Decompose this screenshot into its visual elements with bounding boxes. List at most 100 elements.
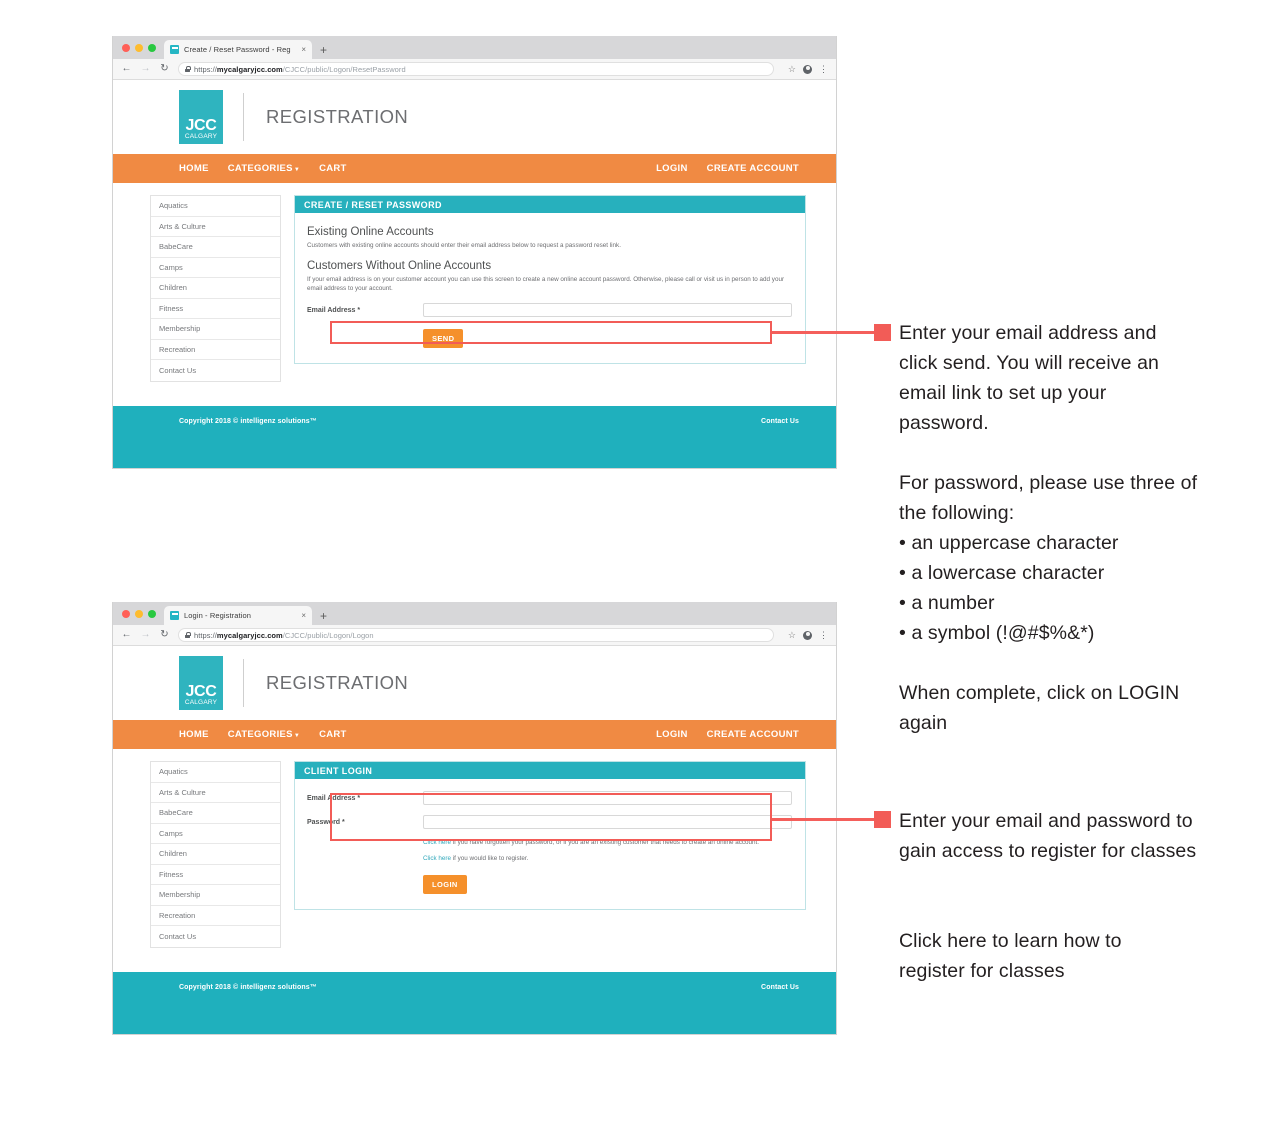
- sidebar-item-babecare[interactable]: BabeCare: [151, 803, 280, 824]
- close-tab-icon[interactable]: ×: [301, 45, 306, 54]
- sidebar-item-membership[interactable]: Membership: [151, 319, 280, 340]
- reset-password-panel: CREATE / RESET PASSWORD Existing Online …: [294, 195, 806, 364]
- bookmark-star-icon[interactable]: ☆: [788, 630, 796, 640]
- nav-item-categories[interactable]: CATEGORIES▼: [228, 729, 300, 740]
- menu-kebab-icon[interactable]: ⋮: [819, 630, 828, 640]
- site-content-login: JCC CALGARY REGISTRATION HOME CATEGORIES…: [113, 646, 836, 1034]
- tab-title: Create / Reset Password - Reg: [184, 45, 291, 54]
- email-row: Email Address *: [307, 303, 792, 317]
- favicon-icon: [170, 611, 179, 620]
- sidebar-item-recreation[interactable]: Recreation: [151, 906, 280, 926]
- browser-toolbar: ← → ↻ https://mycalgaryjcc.com/CJCC/publ…: [113, 59, 836, 80]
- nav-item-home[interactable]: HOME: [179, 163, 209, 174]
- site-body: Aquatics Arts & Culture BabeCare Camps C…: [113, 749, 836, 972]
- nav-item-cart[interactable]: CART: [319, 163, 347, 174]
- close-window-icon[interactable]: [122, 609, 130, 618]
- back-icon[interactable]: ←: [121, 64, 132, 74]
- password-row: Password *: [307, 815, 792, 829]
- minimize-window-icon[interactable]: [135, 609, 143, 618]
- nav-home-label: HOME: [179, 163, 209, 174]
- nav-right-group: LOGIN CREATE ACCOUNT: [656, 729, 799, 740]
- sidebar-item-aquatics[interactable]: Aquatics: [151, 196, 280, 217]
- sidebar-item-arts-culture[interactable]: Arts & Culture: [151, 783, 280, 803]
- nav-item-login[interactable]: LOGIN: [656, 163, 688, 174]
- jcc-logo[interactable]: JCC CALGARY: [179, 90, 223, 144]
- sidebar-item-contact-us[interactable]: Contact Us: [151, 926, 280, 947]
- maximize-window-icon[interactable]: [148, 43, 156, 52]
- without-accounts-text: If your email address is on your custome…: [307, 276, 785, 292]
- email-row: Email Address *: [307, 791, 792, 805]
- send-row: SEND: [307, 328, 792, 348]
- email-input[interactable]: [423, 303, 792, 317]
- new-tab-button[interactable]: +: [320, 610, 327, 622]
- forgot-password-note: Click here if you have forgotten your pa…: [307, 838, 792, 848]
- profile-avatar-icon[interactable]: [803, 630, 812, 640]
- nav-cart-label: CART: [319, 729, 347, 740]
- password-input[interactable]: [423, 815, 792, 829]
- page-title: REGISTRATION: [266, 106, 409, 127]
- sidebar-item-babecare[interactable]: BabeCare: [151, 237, 280, 258]
- nav-item-login[interactable]: LOGIN: [656, 729, 688, 740]
- sidebar-item-recreation[interactable]: Recreation: [151, 340, 280, 360]
- sidebar-item-fitness[interactable]: Fitness: [151, 865, 280, 885]
- annotation-note-5: Click here to learn how to register for …: [899, 930, 1122, 982]
- nav-item-create-account[interactable]: CREATE ACCOUNT: [707, 729, 799, 740]
- back-icon[interactable]: ←: [121, 630, 132, 640]
- address-bar[interactable]: https://mycalgaryjcc.com/CJCC/public/Log…: [178, 628, 774, 642]
- menu-kebab-icon[interactable]: ⋮: [819, 64, 828, 74]
- sidebar-item-fitness[interactable]: Fitness: [151, 299, 280, 319]
- sidebar-item-contact-us[interactable]: Contact Us: [151, 360, 280, 381]
- close-tab-icon[interactable]: ×: [301, 611, 306, 620]
- browser-tab[interactable]: Create / Reset Password - Reg ×: [164, 40, 312, 59]
- login-button[interactable]: LOGIN: [423, 875, 467, 894]
- nav-item-cart[interactable]: CART: [319, 729, 347, 740]
- browser-tabbar: Create / Reset Password - Reg × +: [113, 36, 836, 59]
- browser-window-login: Login - Registration × + ← → ↻ https://m…: [112, 602, 837, 1035]
- nav-item-create-account[interactable]: CREATE ACCOUNT: [707, 163, 799, 174]
- chevron-down-icon: ▼: [293, 167, 301, 173]
- send-button[interactable]: SEND: [423, 329, 464, 348]
- reload-icon[interactable]: ↻: [159, 64, 170, 74]
- url-text: https://mycalgaryjcc.com/CJCC/public/Log…: [194, 631, 374, 640]
- sidebar-item-camps[interactable]: Camps: [151, 258, 280, 278]
- category-sidebar: Aquatics Arts & Culture BabeCare Camps C…: [150, 195, 281, 382]
- site-header: JCC CALGARY REGISTRATION: [113, 80, 836, 154]
- lock-icon: [185, 66, 191, 72]
- address-bar[interactable]: https://mycalgaryjcc.com/CJCC/public/Log…: [178, 62, 774, 76]
- sidebar-item-camps[interactable]: Camps: [151, 824, 280, 844]
- profile-avatar-icon[interactable]: [803, 64, 812, 74]
- new-tab-button[interactable]: +: [320, 44, 327, 56]
- sidebar-item-children[interactable]: Children: [151, 278, 280, 299]
- close-window-icon[interactable]: [122, 43, 130, 52]
- footer-contact-us[interactable]: Contact Us: [761, 984, 799, 991]
- jcc-logo[interactable]: JCC CALGARY: [179, 656, 223, 710]
- page-title: REGISTRATION: [266, 672, 409, 693]
- nav-item-home[interactable]: HOME: [179, 729, 209, 740]
- nav-left-group: HOME CATEGORIES▼ CART: [179, 729, 347, 740]
- email-label: Email Address *: [307, 306, 361, 314]
- minimize-window-icon[interactable]: [135, 43, 143, 52]
- annotation-note-4: Enter your email and password to gain ac…: [899, 810, 1197, 862]
- sidebar-item-membership[interactable]: Membership: [151, 885, 280, 906]
- register-link[interactable]: Click here: [423, 855, 451, 862]
- sidebar-item-arts-culture[interactable]: Arts & Culture: [151, 217, 280, 237]
- existing-accounts-heading: Existing Online Accounts: [307, 226, 434, 238]
- url-host: mycalgaryjcc.com: [216, 64, 283, 74]
- maximize-window-icon[interactable]: [148, 609, 156, 618]
- email-input[interactable]: [423, 791, 792, 805]
- forward-icon[interactable]: →: [140, 630, 151, 640]
- url-text: https://mycalgaryjcc.com/CJCC/public/Log…: [194, 65, 406, 74]
- sidebar-item-children[interactable]: Children: [151, 844, 280, 865]
- bookmark-star-icon[interactable]: ☆: [788, 64, 796, 74]
- panel-body: Existing Online Accounts Customers with …: [295, 213, 805, 363]
- sidebar-item-aquatics[interactable]: Aquatics: [151, 762, 280, 783]
- forgot-password-link[interactable]: Click here: [423, 839, 451, 846]
- url-scheme: https://: [194, 64, 217, 74]
- forward-icon[interactable]: →: [140, 64, 151, 74]
- reload-icon[interactable]: ↻: [159, 630, 170, 640]
- nav-item-categories[interactable]: CATEGORIES▼: [228, 163, 300, 174]
- register-note: Click here if you would like to register…: [307, 854, 792, 864]
- footer-contact-us[interactable]: Contact Us: [761, 418, 799, 425]
- window-traffic-lights: [119, 36, 164, 59]
- browser-tab[interactable]: Login - Registration ×: [164, 606, 312, 625]
